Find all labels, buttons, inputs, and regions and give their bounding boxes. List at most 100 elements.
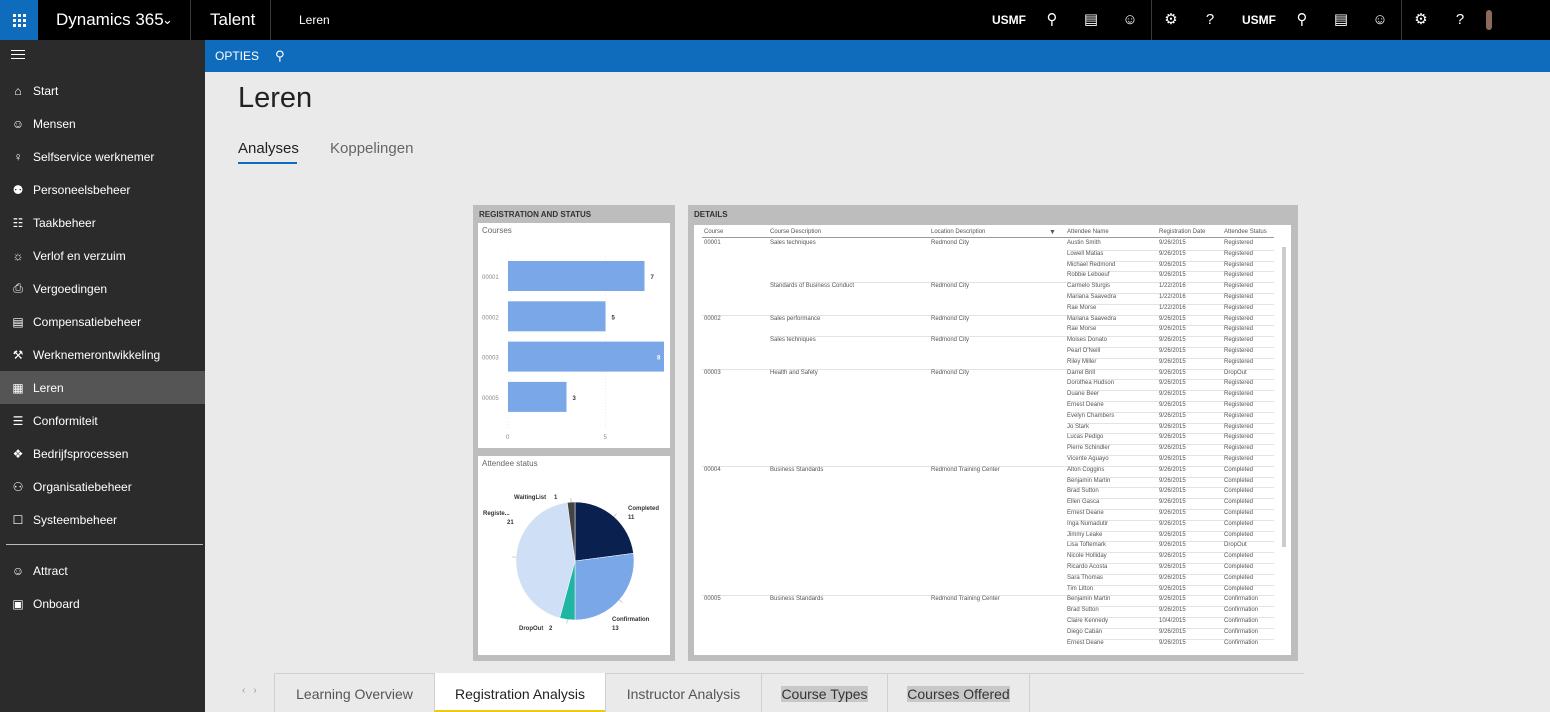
sidebar-item-label: Compensatiebeheer	[33, 314, 142, 329]
sort-descending-icon[interactable]: ▼	[1049, 229, 1056, 236]
company-selector[interactable]: USMF	[992, 0, 1026, 40]
gear-icon[interactable]: ⚙	[1409, 0, 1433, 40]
attendee-name-cell: Rae Morse	[1067, 326, 1097, 333]
smiley-icon[interactable]: ☺	[1368, 0, 1392, 40]
column-header[interactable]: Registration Date	[1159, 229, 1205, 235]
search-icon[interactable]: ⚲	[275, 40, 285, 72]
attendee-name-cell: Benjamin Martin	[1067, 477, 1111, 484]
course-cell: 00001	[704, 240, 721, 246]
report-tab-course-types[interactable]: Course Types	[761, 673, 887, 712]
column-header[interactable]: Location Description	[931, 229, 985, 235]
attendee-status-cell: Completed	[1224, 520, 1254, 527]
help-icon[interactable]: ?	[1448, 0, 1472, 40]
sidebar-item-conformiteit[interactable]: ☰ Conformiteit	[0, 404, 205, 437]
course-description-cell: Standards of Business Conduct	[770, 283, 855, 290]
sidebar-item-compensatiebeheer[interactable]: ▤ Compensatiebeheer	[0, 305, 205, 338]
options-tab[interactable]: OPTIES	[215, 40, 259, 72]
page-title: Leren	[238, 82, 313, 114]
sidebar-item-start[interactable]: ⌂ Start	[0, 74, 205, 107]
smiley-icon[interactable]: ☺	[1118, 0, 1142, 40]
tab-koppelingen[interactable]: Koppelingen	[330, 140, 413, 157]
attendee-status-cell: Registered	[1224, 391, 1254, 398]
attendee-status-pie-chart[interactable]: Attendee status Completed 11 Confirmation 1…	[478, 456, 670, 655]
message-icon[interactable]: ▤	[1329, 0, 1353, 40]
process-icon: ❖	[12, 446, 24, 461]
tab-scroll-arrows[interactable]: ‹›	[242, 685, 265, 696]
sidebar-item-systeembeheer[interactable]: ☐ Systeembeheer	[0, 503, 205, 536]
registration-date-cell: 10/4/2015	[1159, 618, 1186, 624]
org-icon: ⚇	[12, 479, 24, 494]
slice-label: Registe...	[483, 511, 510, 517]
column-header[interactable]: Attendee Name	[1067, 229, 1109, 235]
attendee-status-cell: Registered	[1224, 412, 1254, 419]
registration-date-cell: 9/26/2015	[1159, 412, 1186, 419]
scrollbar-thumb[interactable]	[1282, 247, 1286, 547]
sidebar-item-mensen[interactable]: ☺ Mensen	[0, 107, 205, 140]
attendee-name-cell: Lisa Toftemark	[1067, 542, 1106, 549]
report-tab-learning-overview[interactable]: Learning Overview	[274, 673, 434, 712]
report-tab-registration-analysis[interactable]: Registration Analysis	[434, 673, 605, 712]
registration-date-cell: 9/26/2015	[1159, 596, 1186, 603]
sidebar-item-werknemerontwikkeling[interactable]: ⚒ Werknemerontwikkeling	[0, 338, 205, 371]
document-icon: ⎙	[13, 281, 23, 295]
registration-date-cell: 9/26/2015	[1159, 488, 1186, 495]
scrollbar[interactable]	[1281, 237, 1287, 642]
pie-slice[interactable]	[574, 501, 634, 562]
pie-slice[interactable]	[574, 553, 635, 621]
category-label: 00003	[482, 356, 499, 362]
message-icon[interactable]: ▤	[1079, 0, 1103, 40]
attendee-status-cell: Registered	[1224, 315, 1254, 322]
sidebar-item-personeelsbeheer[interactable]: ⚉ Personeelsbeheer	[0, 173, 205, 206]
top-navigation-bar: Dynamics 365 ⌄ Talent Leren USMF ⚲ ▤ ☺ ⚙…	[0, 0, 1550, 40]
bar[interactable]	[508, 261, 645, 291]
app-name[interactable]: Dynamics 365	[56, 0, 164, 40]
sidebar-item-verlof-en-verzuim[interactable]: ☼ Verlof en verzuim	[0, 239, 205, 272]
attendee-name-cell: Dorothea Hudson	[1067, 380, 1115, 387]
sidebar-item-label: Werknemerontwikkeling	[33, 347, 161, 362]
gear-icon[interactable]: ⚙	[1159, 0, 1183, 40]
tab-analyses[interactable]: Analyses	[238, 140, 299, 157]
app-launcher-button[interactable]	[0, 0, 38, 40]
search-icon[interactable]: ⚲	[1040, 0, 1064, 40]
chevron-down-icon[interactable]: ⌄	[162, 0, 173, 40]
bar[interactable]	[508, 341, 664, 372]
slice-value: 13	[612, 626, 619, 632]
attendee-name-cell: Mariana Saavedra	[1067, 294, 1117, 300]
group-icon: ⚉	[12, 182, 24, 197]
sidebar-item-onboard[interactable]: ▣ Onboard	[0, 587, 205, 620]
sidebar-item-attract[interactable]: ☺ Attract	[0, 554, 205, 587]
sidebar-item-bedrijfsprocessen[interactable]: ❖ Bedrijfsprocessen	[0, 437, 205, 470]
report-tab-instructor-analysis[interactable]: Instructor Analysis	[605, 673, 761, 712]
details-table[interactable]: Course Course Description Location Descr…	[694, 225, 1291, 655]
search-icon[interactable]: ⚲	[1290, 0, 1314, 40]
registration-date-cell: 9/26/2015	[1159, 466, 1186, 473]
panel-title: DETAILS	[694, 210, 728, 219]
report-tab-courses-offered[interactable]: Courses Offered	[887, 673, 1030, 712]
location-cell: Redmond Training Center	[931, 596, 1000, 603]
product-name[interactable]: Talent	[210, 0, 255, 40]
attendee-status-cell: Confirmation	[1224, 596, 1259, 603]
avatar[interactable]	[1486, 10, 1492, 30]
column-header[interactable]: Course Description	[770, 229, 821, 235]
bar[interactable]	[508, 301, 606, 332]
registration-date-cell: 9/26/2015	[1159, 553, 1186, 560]
sidebar-item-vergoedingen[interactable]: ⎙ Vergoedingen	[0, 272, 205, 305]
registration-date-cell: 9/26/2015	[1159, 391, 1186, 398]
sidebar-item-leren[interactable]: ▦ Leren	[0, 371, 205, 404]
column-header[interactable]: Attendee Status	[1224, 229, 1267, 235]
help-icon[interactable]: ?	[1198, 0, 1222, 40]
company-selector-2[interactable]: USMF	[1242, 0, 1276, 40]
sidebar-item-organisatiebeheer[interactable]: ⚇ Organisatiebeheer	[0, 470, 205, 503]
course-description-cell: Health and Safety	[770, 369, 818, 376]
bar[interactable]	[508, 381, 567, 412]
sidebar-item-taakbeheer[interactable]: ☷ Taakbeheer	[0, 206, 205, 239]
registration-date-cell: 9/26/2015	[1159, 564, 1186, 570]
location-cell: Redmond City	[931, 283, 970, 290]
attendee-name-cell: Evelyn Chambers	[1067, 412, 1115, 419]
sidebar-item-selfservice-werknemer[interactable]: ♀ Selfservice werknemer	[0, 140, 205, 173]
attendee-name-cell: Ricardo Acosta	[1067, 564, 1108, 570]
column-header[interactable]: Course	[704, 229, 723, 235]
courses-bar-chart[interactable]: Courses 00001 7 00002 5 00003 8 00005 3 0 5	[478, 223, 670, 448]
hamburger-menu-icon[interactable]	[11, 50, 25, 62]
attendee-name-cell: Riley Miller	[1067, 358, 1097, 365]
